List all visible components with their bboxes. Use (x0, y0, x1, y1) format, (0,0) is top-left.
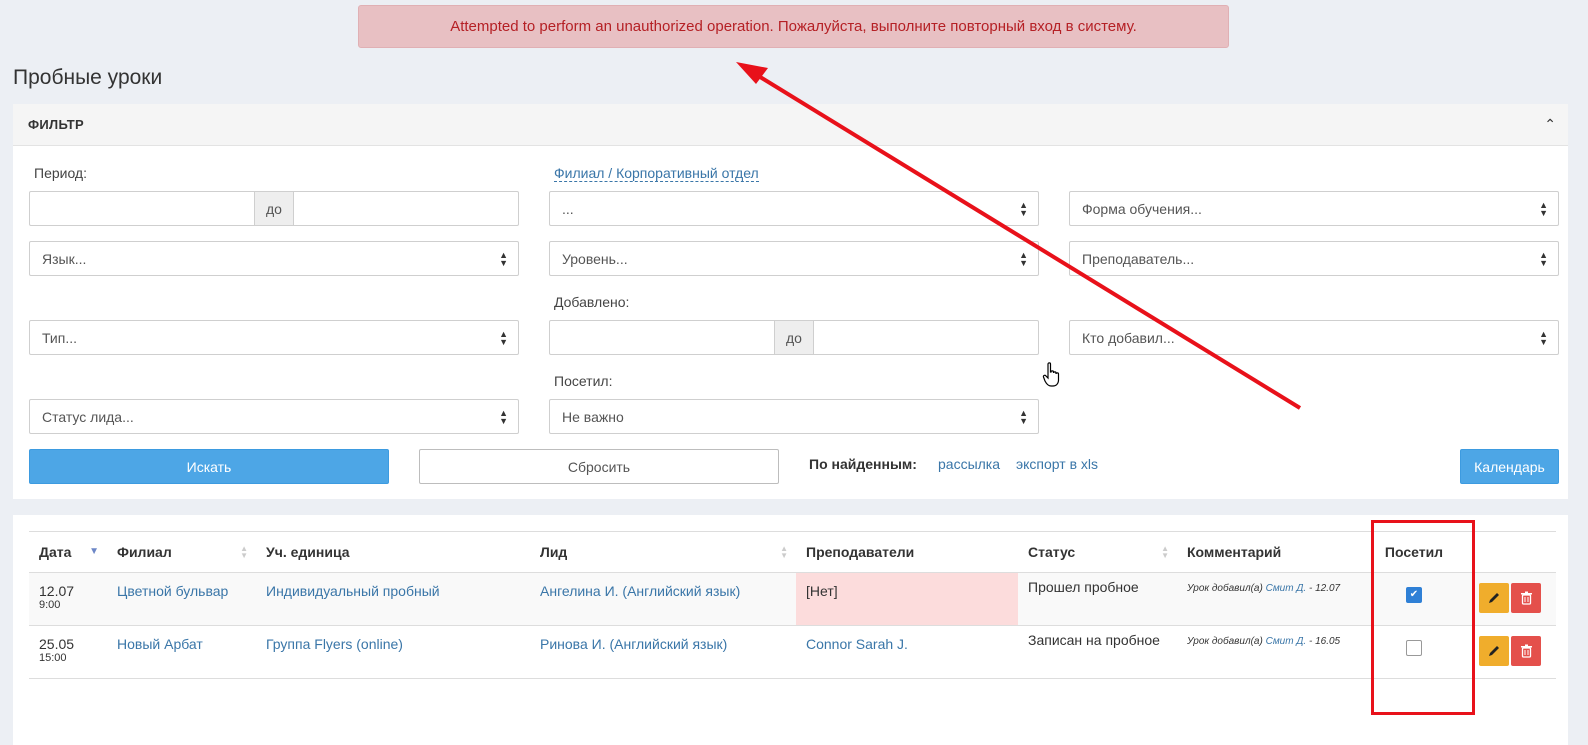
annotation-arrow (736, 62, 1302, 410)
hand-cursor-icon (1042, 362, 1060, 387)
